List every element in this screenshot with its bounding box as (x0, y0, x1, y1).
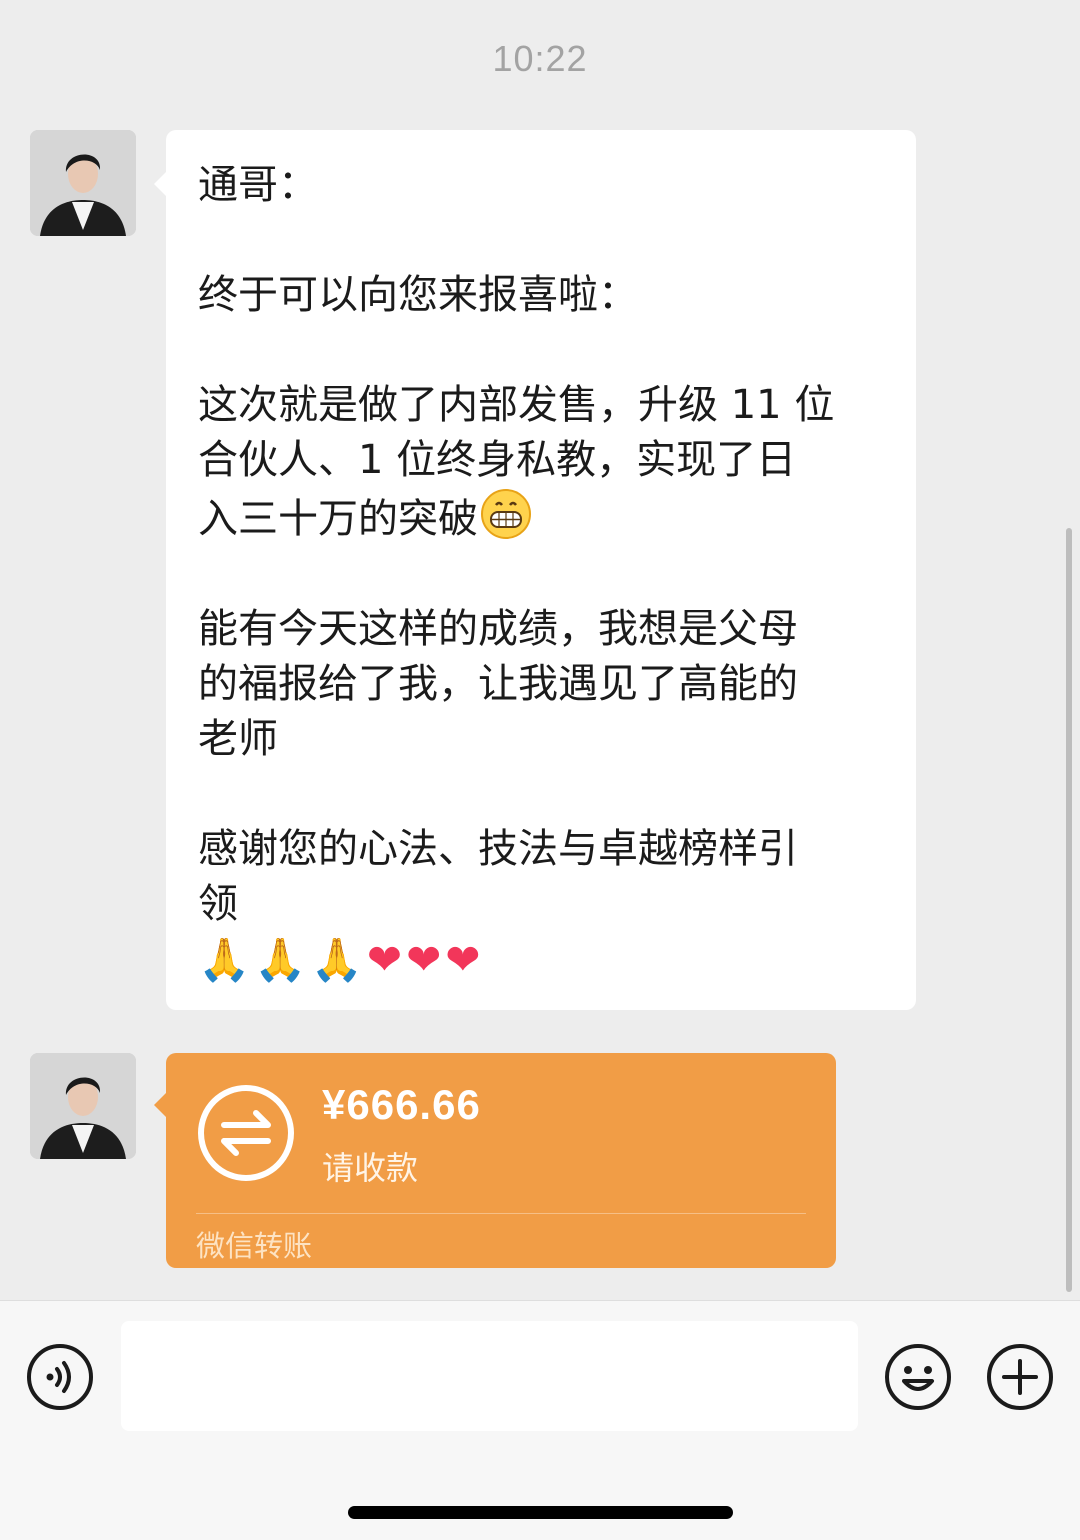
folded-hands-icon: 🙏 (198, 935, 251, 984)
timestamp: 10:22 (492, 38, 588, 79)
message-input[interactable] (121, 1321, 858, 1431)
transfer-amount: ¥666.66 (322, 1081, 481, 1128)
heart-icon: ❤ (366, 935, 403, 984)
message-text-thanks: 感谢您的心法、技法与卓越榜样引 领 (198, 826, 798, 927)
transfer-icon (198, 1085, 294, 1181)
avatar[interactable] (30, 130, 136, 236)
message-bubble[interactable]: 通哥： 终于可以向您来报喜啦： 这次就是做了内部发售，升级 11 位 合伙人、1… (154, 130, 916, 1010)
avatar[interactable] (30, 1053, 136, 1159)
plus-icon[interactable] (986, 1343, 1054, 1411)
emoji-row: 🙏 🙏 🙏 ❤ ❤ ❤ (198, 932, 888, 987)
grinning-face-icon (481, 489, 531, 539)
scrollbar[interactable] (1066, 528, 1072, 1292)
voice-icon[interactable] (26, 1343, 94, 1411)
transfer-bubble[interactable]: ¥666.66 请收款 微信转账 (154, 1053, 836, 1268)
message-text-achievement: 这次就是做了内部发售，升级 11 位 合伙人、1 位终身私教，实现了日 入三十万… (198, 378, 888, 547)
home-indicator[interactable] (348, 1506, 733, 1519)
folded-hands-icon: 🙏 (310, 935, 363, 984)
heart-icon: ❤ (445, 935, 481, 984)
divider (196, 1213, 806, 1214)
folded-hands-icon: 🙏 (254, 935, 307, 984)
emoji-icon[interactable] (884, 1343, 952, 1411)
transfer-label: 微信转账 (196, 1229, 313, 1263)
message-text-intro: 终于可以向您来报喜啦： (198, 272, 638, 318)
transfer-status: 请收款 (322, 1149, 419, 1187)
heart-icon: ❤ (406, 935, 442, 984)
message-text-greeting: 通哥： (198, 162, 318, 208)
input-bar (0, 1300, 1080, 1540)
message-text-gratitude: 能有今天这样的成绩，我想是父母 的福报给了我，让我遇见了高能的 老师 (198, 606, 798, 762)
